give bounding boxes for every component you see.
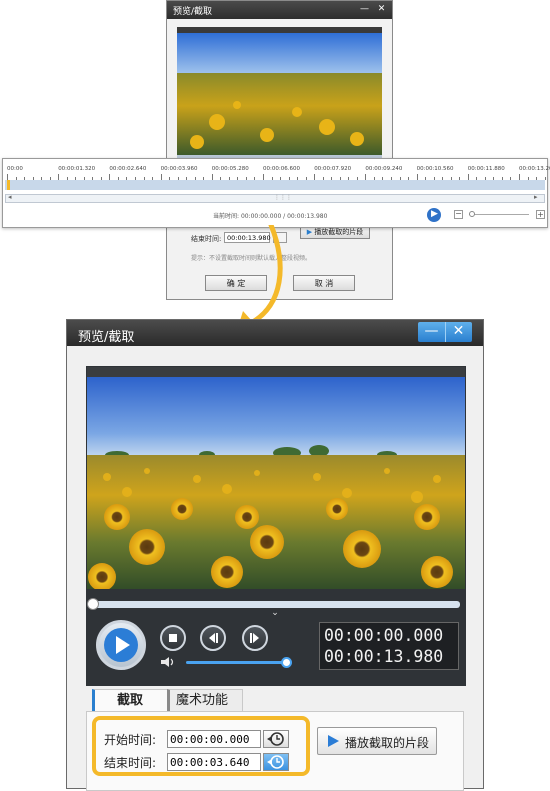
current-time-display: 00:00:00.000	[324, 626, 444, 645]
previous-frame-icon	[209, 633, 218, 643]
window-controls: — ✕	[418, 322, 472, 342]
set-end-button[interactable]	[263, 753, 289, 771]
end-time-input[interactable]: 00:00:03.640	[167, 753, 261, 771]
next-frame-button[interactable]	[242, 625, 268, 651]
player-panel: ⌄ 00:00:00.000 00:00:13.980	[86, 366, 466, 686]
current-time-value: 00:00:00.000 / 00:00:13.980	[240, 213, 328, 220]
main-title-bar: 预览/截取 — ✕	[67, 320, 483, 346]
timeline-tick-label: 00:00	[7, 166, 23, 172]
stop-icon	[169, 634, 177, 642]
timeline-tick-label: 00:00:05.280	[211, 166, 249, 172]
set-start-button[interactable]	[263, 730, 289, 748]
scroll-right-icon[interactable]: ▸	[534, 193, 538, 201]
small-window-title: 预览/截取	[173, 7, 213, 17]
small-end-time-label: 结束时间:	[191, 235, 222, 243]
timeline-tick-label: 00:00:01.320	[58, 166, 96, 172]
timeline-play-icon: ▶	[431, 209, 438, 219]
timeline-tick-label: 00:00:09.240	[365, 166, 403, 172]
sunflower-field-image	[87, 367, 465, 589]
timeline-track[interactable]	[5, 180, 545, 190]
tab-clip-label: 截取	[117, 693, 144, 708]
timeline-tick-label: 00:00:03.960	[160, 166, 198, 172]
current-time-label: 当前时间:	[213, 213, 240, 220]
timeline-tick-label: 00:00:11.880	[467, 166, 505, 172]
progress-thumb[interactable]	[87, 598, 99, 610]
set-time-icon	[267, 755, 284, 769]
play-segment-label: 播放截取的片段	[345, 736, 430, 750]
play-button[interactable]	[96, 620, 146, 670]
main-window-title: 预览/截取	[78, 330, 135, 345]
end-time-label: 结束时间:	[104, 756, 157, 770]
small-play-icon: ▶	[306, 228, 313, 236]
play-segment-button[interactable]: 播放截取的片段	[317, 727, 437, 755]
volume-icon[interactable]	[160, 656, 176, 668]
zoom-slider[interactable]	[469, 211, 529, 217]
scroll-grip-icon[interactable]: ⋮⋮⋮	[274, 194, 292, 201]
timeline-tick-label: 00:00:06.600	[263, 166, 300, 172]
set-time-icon	[267, 732, 284, 746]
small-minimize-button[interactable]: —	[357, 3, 372, 16]
timeline-tick-label: 00:00:13.200	[519, 166, 550, 172]
start-time-input[interactable]: 00:00:00.000	[167, 730, 261, 748]
next-frame-icon	[250, 633, 259, 643]
collapse-chevron-icon[interactable]: ⌄	[269, 609, 281, 618]
play-icon	[104, 628, 138, 662]
zoom-in-button[interactable]: +	[536, 210, 545, 219]
timeline-scrollbar[interactable]: ◂ ⋮⋮⋮ ▸	[5, 193, 545, 203]
timeline-playhead[interactable]	[7, 180, 10, 190]
previous-frame-button[interactable]	[200, 625, 226, 651]
zoom-slider-thumb[interactable]	[469, 211, 475, 217]
scroll-left-icon[interactable]: ◂	[8, 193, 12, 201]
playback-progress-bar[interactable]	[87, 598, 460, 610]
close-button[interactable]: ✕	[445, 322, 472, 342]
timeline-tick-label: 00:00:02.640	[109, 166, 147, 172]
start-time-label: 开始时间:	[104, 733, 157, 747]
tab-magic-label: 魔术功能	[176, 693, 229, 708]
volume-slider[interactable]	[186, 657, 292, 668]
stop-button[interactable]	[160, 625, 186, 651]
tab-clip[interactable]: 截取	[92, 689, 168, 712]
tab-magic[interactable]: 魔术功能	[167, 689, 243, 712]
small-play-segment-label: 播放截取的片段	[314, 228, 364, 236]
small-title-bar: 预览/截取 — ✕	[167, 1, 392, 19]
time-display: 00:00:00.000 00:00:13.980	[319, 622, 459, 670]
minimize-button[interactable]: —	[418, 322, 445, 342]
sunflower-field-image	[177, 27, 382, 155]
video-frame	[87, 367, 465, 589]
timeline-tick-label: 00:00:10.560	[416, 166, 454, 172]
volume-slider-thumb[interactable]	[281, 657, 292, 668]
small-close-button[interactable]: ✕	[374, 3, 389, 16]
total-time-display: 00:00:13.980	[324, 647, 444, 666]
current-time-readout: 当前时间: 00:00:00.000 / 00:00:13.980	[213, 211, 327, 220]
main-preview-window: 预览/截取 — ✕ ⌄ 00:00:00.000 00:00:13.980 截取…	[66, 319, 484, 791]
small-cancel-button[interactable]: 取 消	[293, 275, 355, 291]
play-segment-icon	[328, 735, 339, 747]
zoom-out-button[interactable]: −	[454, 210, 463, 219]
timeline-play-button[interactable]: ▶	[427, 208, 441, 222]
small-video-frame	[177, 27, 382, 155]
timeline-panel: 00:00 00:00:01.320 00:00:02.640 00:00:03.96…	[2, 158, 550, 228]
timeline-tick-label: 00:00:07.920	[314, 166, 352, 172]
